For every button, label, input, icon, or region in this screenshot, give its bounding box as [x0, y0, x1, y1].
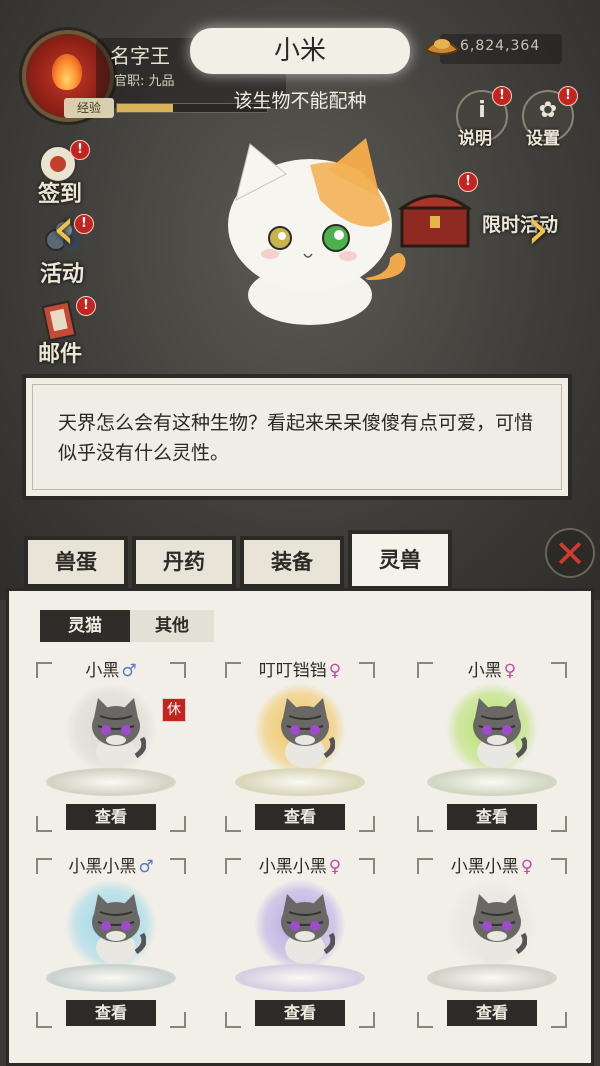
tabby-cat-icon	[92, 698, 146, 768]
view-pet-button[interactable]: 查看	[255, 1000, 345, 1026]
female-icon: ♀	[328, 857, 342, 877]
pet-name: 小黑小黑	[450, 857, 519, 877]
resting-badge: 休	[162, 698, 186, 722]
female-icon: ♀	[328, 661, 342, 681]
mail-badge: !	[76, 296, 96, 316]
tab-equipment[interactable]: 装备	[240, 536, 344, 588]
pet-card[interactable]: 小黑小黑 ♂ 查看	[36, 852, 186, 1032]
player-name: 名字王	[110, 44, 170, 68]
exp-label: 经验	[64, 98, 114, 118]
help-badge: !	[492, 86, 512, 106]
male-icon: ♂	[121, 661, 137, 681]
pet-name-row: 小黑小黑 ♀	[225, 852, 375, 877]
settings-label: 设置	[526, 129, 560, 149]
view-pet-button[interactable]: 查看	[447, 804, 537, 830]
tab-beast-egg[interactable]: 兽蛋	[24, 536, 128, 588]
pet-name-row: 叮叮铛铛 ♀	[225, 656, 375, 681]
pet-card[interactable]: 小黑小黑 ♀ 查看	[225, 852, 375, 1032]
limited-activity-badge: !	[458, 172, 478, 192]
tabby-cat-icon	[281, 698, 335, 768]
pet-card[interactable]: 小黑 ♂ 休查看	[36, 656, 186, 836]
lotus-pedestal	[427, 768, 557, 796]
subtab-other[interactable]: 其他	[130, 610, 214, 642]
view-pet-button[interactable]: 查看	[447, 1000, 537, 1026]
pet-name: 叮叮铛铛	[258, 661, 327, 681]
pet-name: 小黑	[467, 661, 502, 681]
lotus-pedestal	[46, 964, 176, 992]
lotus-pedestal	[235, 964, 365, 992]
gold-ingot-icon	[424, 39, 460, 55]
prev-arrow-icon[interactable]: ‹	[44, 198, 84, 258]
lotus-pedestal	[46, 768, 176, 796]
next-arrow-icon[interactable]: ›	[518, 198, 558, 258]
female-icon: ♀	[503, 661, 517, 681]
male-icon: ♂	[138, 857, 154, 877]
pet-name-row: 小黑 ♂	[36, 656, 186, 681]
help-label: 说明	[458, 129, 492, 149]
creature-title: 小米	[273, 36, 326, 66]
pet-card[interactable]: 小黑 ♀ 查看	[417, 656, 567, 836]
view-pet-button[interactable]: 查看	[66, 1000, 156, 1026]
lotus-pedestal	[235, 768, 365, 796]
lotus-pedestal	[427, 964, 557, 992]
signin-badge: !	[70, 140, 90, 160]
pet-name: 小黑	[85, 661, 120, 681]
pet-name: 小黑小黑	[258, 857, 327, 877]
pet-card[interactable]: 叮叮铛铛 ♀ 查看	[225, 656, 375, 836]
close-icon: ✕	[554, 532, 586, 576]
creature-description: 天界怎么会有这种生物？看起来呆呆傻傻有点可爱，可惜似乎没有什么灵性。	[58, 412, 534, 464]
gold-amount: 6,824,364	[460, 38, 541, 54]
tabby-cat-icon	[473, 698, 527, 768]
creature-cat-illustration	[228, 138, 406, 325]
tab-elixir[interactable]: 丹药	[132, 536, 236, 588]
mail-label[interactable]: 邮件	[38, 336, 82, 368]
settings-badge: !	[558, 86, 578, 106]
tabby-cat-icon	[281, 894, 335, 964]
tabby-cat-icon	[92, 894, 146, 964]
pet-name: 小黑小黑	[68, 857, 137, 877]
flame-icon	[52, 54, 82, 90]
close-button[interactable]: ✕	[545, 528, 595, 578]
tab-spirit-beast[interactable]: 灵兽	[348, 530, 452, 590]
subtab-spirit-cat[interactable]: 灵猫	[40, 610, 130, 642]
breeding-status: 该生物不能配种	[233, 90, 367, 112]
tabby-cat-icon	[473, 894, 527, 964]
pet-name-row: 小黑小黑 ♀	[417, 852, 567, 877]
female-icon: ♀	[520, 857, 534, 877]
view-pet-button[interactable]: 查看	[66, 804, 156, 830]
view-pet-button[interactable]: 查看	[255, 804, 345, 830]
pet-card[interactable]: 小黑小黑 ♀ 查看	[417, 852, 567, 1032]
pet-name-row: 小黑小黑 ♂	[36, 852, 186, 877]
pet-name-row: 小黑 ♀	[417, 656, 567, 681]
